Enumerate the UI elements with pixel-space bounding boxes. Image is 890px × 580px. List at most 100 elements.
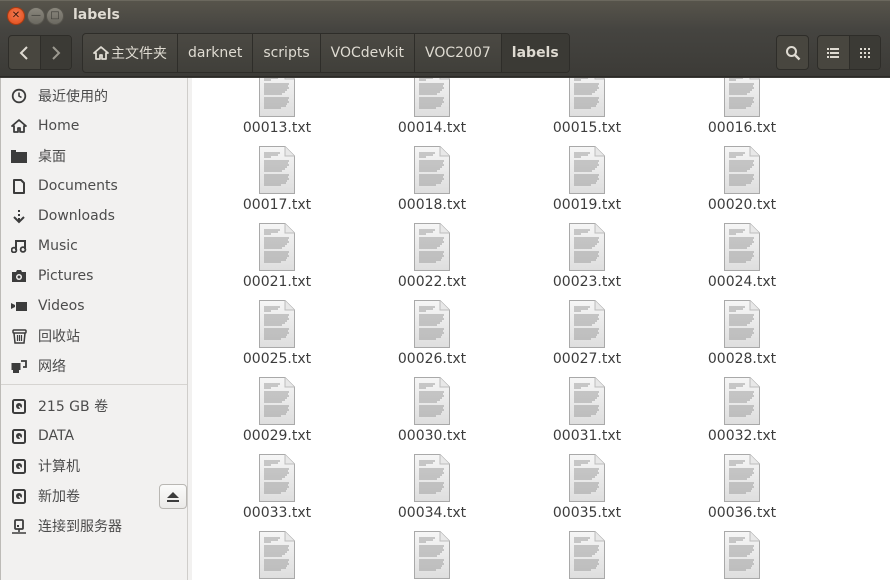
close-window-button[interactable]: ✕ <box>7 7 25 25</box>
file-item[interactable]: 00036.txt <box>677 453 807 530</box>
sidebar-item-trash[interactable]: 回收站 <box>1 321 187 351</box>
maximize-window-button[interactable]: □ <box>46 7 64 25</box>
file-name: 00014.txt <box>397 120 467 136</box>
file-item[interactable]: 00035.txt <box>522 453 652 530</box>
file-item[interactable]: 00028.txt <box>677 299 807 376</box>
sidebar-item-network[interactable]: 网络 <box>1 351 187 381</box>
back-button[interactable] <box>9 36 40 69</box>
breadcrumb-label: VOCdevkit <box>330 45 405 61</box>
file-item[interactable]: 00029.txt <box>212 376 342 453</box>
file-item[interactable]: 00032.txt <box>677 376 807 453</box>
sidebar-item-documents[interactable]: Documents <box>1 171 187 201</box>
view-mode-buttons <box>817 35 881 70</box>
sidebar-device-215gb[interactable]: 215 GB 卷 <box>1 391 187 421</box>
forward-button[interactable] <box>39 36 71 69</box>
text-file-icon <box>724 454 760 502</box>
file-item[interactable]: 00014.txt <box>367 78 497 145</box>
text-file-icon <box>724 146 760 194</box>
camera-icon <box>11 269 27 283</box>
file-item[interactable]: 00034.txt <box>367 453 497 530</box>
file-item[interactable]: 00017.txt <box>212 145 342 222</box>
text-file-icon <box>724 223 760 271</box>
file-name: 00016.txt <box>707 120 777 136</box>
search-icon <box>785 45 800 60</box>
breadcrumb-label: VOC2007 <box>425 45 491 61</box>
recent-icon <box>11 88 27 104</box>
file-item[interactable]: 00022.txt <box>367 222 497 299</box>
text-file-icon <box>569 377 605 425</box>
breadcrumb-vocdevkit[interactable]: VOCdevkit <box>321 34 416 72</box>
file-name: 00032.txt <box>707 428 777 444</box>
text-file-icon <box>414 531 450 579</box>
sidebar-device-data[interactable]: DATA <box>1 421 187 451</box>
sidebar-item-label: DATA <box>38 428 75 444</box>
file-item[interactable]: 00013.txt <box>212 78 342 145</box>
trash-icon <box>11 328 27 344</box>
sidebar-item-label: Home <box>38 118 80 134</box>
file-name: 00024.txt <box>707 274 777 290</box>
sidebar-item-home[interactable]: Home <box>1 111 187 141</box>
text-file-icon <box>724 377 760 425</box>
grid-view-button[interactable] <box>848 36 880 69</box>
breadcrumb-home[interactable]: 主文件夹 <box>83 34 178 72</box>
video-icon <box>11 300 27 312</box>
sidebar-item-pictures[interactable]: Pictures <box>1 261 187 291</box>
navigation-buttons <box>8 35 72 70</box>
file-item[interactable]: 00018.txt <box>367 145 497 222</box>
file-name: 00020.txt <box>707 197 777 213</box>
breadcrumb-scripts[interactable]: scripts <box>253 34 321 72</box>
file-item[interactable]: 00033.txt <box>212 453 342 530</box>
file-item[interactable]: 00030.txt <box>367 376 497 453</box>
document-icon <box>11 178 27 194</box>
eject-button[interactable] <box>159 484 187 509</box>
sidebar-connect-server[interactable]: 连接到服务器 <box>1 511 187 541</box>
sidebar-item-desktop[interactable]: 桌面 <box>1 141 187 171</box>
minimize-window-button[interactable]: — <box>27 7 45 25</box>
file-item[interactable]: 00040.txt <box>677 530 807 580</box>
file-item[interactable]: 00020.txt <box>677 145 807 222</box>
breadcrumb-label: scripts <box>263 45 310 61</box>
sidebar-item-downloads[interactable]: Downloads <box>1 201 187 231</box>
grid-view-icon <box>859 47 870 58</box>
file-item[interactable]: 00021.txt <box>212 222 342 299</box>
sidebar-divider <box>1 384 187 385</box>
breadcrumb-voc2007[interactable]: VOC2007 <box>415 34 502 72</box>
file-item[interactable]: 00027.txt <box>522 299 652 376</box>
file-item[interactable]: 00023.txt <box>522 222 652 299</box>
sidebar-item-recent[interactable]: 最近使用的 <box>1 81 187 111</box>
file-name: 00030.txt <box>397 428 467 444</box>
search-button[interactable] <box>776 35 809 70</box>
file-item[interactable]: 00019.txt <box>522 145 652 222</box>
drive-icon <box>11 428 27 444</box>
text-file-icon <box>724 531 760 579</box>
sidebar-item-music[interactable]: Music <box>1 231 187 261</box>
text-file-icon <box>414 377 450 425</box>
breadcrumb-labels[interactable]: labels <box>501 34 569 72</box>
sidebar-device-computer[interactable]: 计算机 <box>1 451 187 481</box>
text-file-icon <box>414 454 450 502</box>
breadcrumb: 主文件夹 darknet scripts VOCdevkit VOC2007 l… <box>82 33 570 73</box>
breadcrumb-darknet[interactable]: darknet <box>178 34 254 72</box>
file-item[interactable]: 00039.txt <box>522 530 652 580</box>
download-icon <box>11 209 27 224</box>
text-file-icon <box>259 377 295 425</box>
list-view-button[interactable] <box>818 36 849 69</box>
sidebar: 最近使用的 Home 桌面 Documents Downloads Music … <box>0 78 188 580</box>
file-name: 00022.txt <box>397 274 467 290</box>
eject-icon <box>167 491 179 502</box>
file-item[interactable]: 00037.txt <box>212 530 342 580</box>
file-item[interactable]: 00024.txt <box>677 222 807 299</box>
drive-icon <box>11 398 27 414</box>
sidebar-item-videos[interactable]: Videos <box>1 291 187 321</box>
file-item[interactable]: 00016.txt <box>677 78 807 145</box>
sidebar-item-label: Documents <box>38 178 118 194</box>
file-item[interactable]: 00025.txt <box>212 299 342 376</box>
file-item[interactable]: 00026.txt <box>367 299 497 376</box>
file-item[interactable]: 00015.txt <box>522 78 652 145</box>
chevron-left-icon <box>19 45 28 60</box>
file-item[interactable]: 00031.txt <box>522 376 652 453</box>
text-file-icon <box>259 146 295 194</box>
text-file-icon <box>259 223 295 271</box>
file-item[interactable]: 00038.txt <box>367 530 497 580</box>
home-icon <box>93 46 109 60</box>
